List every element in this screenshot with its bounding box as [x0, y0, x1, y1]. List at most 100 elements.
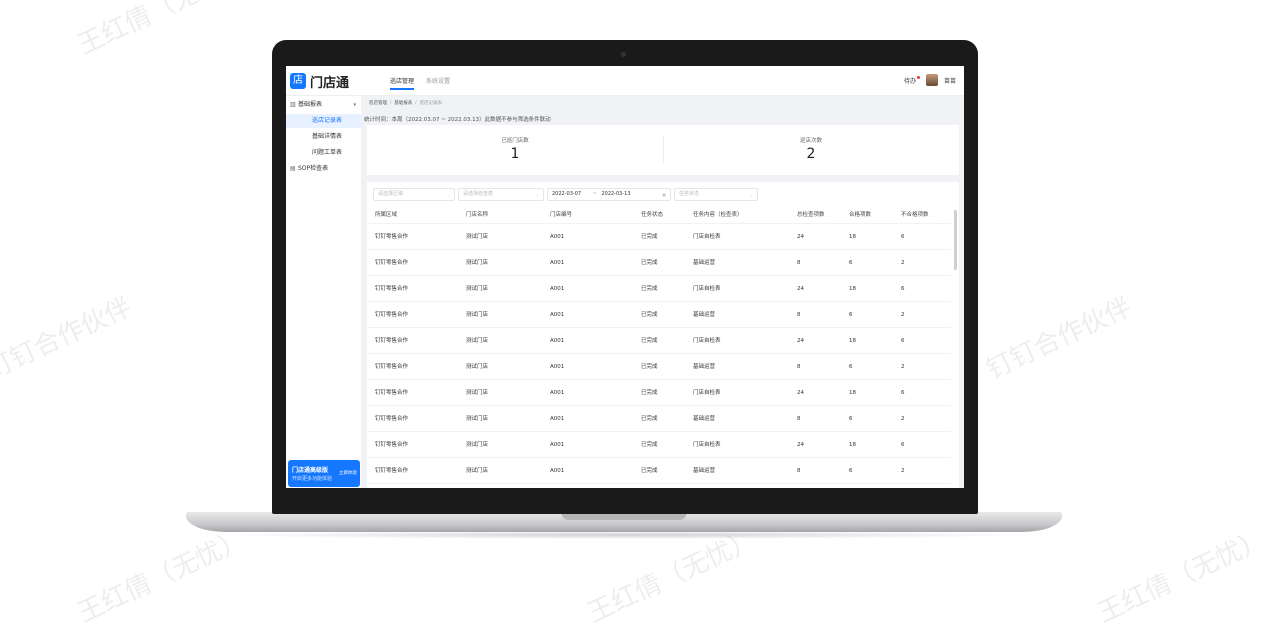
- table-cell: 测试门店: [466, 286, 489, 292]
- table-cell: 测试门店: [466, 468, 489, 474]
- table-row[interactable]: 钉钉零售合作 测试门店 A001 已完成 基础运营 8 6 2: [367, 458, 951, 484]
- table-cell: 6: [849, 312, 853, 318]
- table-cell: 6: [849, 468, 853, 474]
- sidebar-group-label: SOP检查表: [298, 165, 329, 172]
- table-row[interactable]: 钉钉零售合作 测试门店 A001 已完成 门店自检表 24 18 6: [367, 432, 951, 458]
- table-cell: 2: [901, 416, 905, 422]
- table-cell: 测试门店: [466, 312, 489, 318]
- column-header[interactable]: 门店名称: [466, 206, 488, 224]
- table-cell: 钉钉零售合作: [375, 416, 409, 422]
- breadcrumb-item[interactable]: 巡店管理: [369, 101, 387, 106]
- table-cell: A001: [550, 416, 565, 422]
- table-cell: 已完成: [641, 364, 658, 370]
- todo-link[interactable]: 待办: [904, 75, 920, 85]
- table-cell: 6: [901, 390, 905, 396]
- sidebar-item-patrol-records[interactable]: 巡店记录表: [286, 114, 362, 128]
- table-cell: 已完成: [641, 416, 658, 422]
- table-cell: 测试门店: [466, 364, 489, 370]
- user-area: 待办 苗苗: [904, 74, 956, 86]
- table-row[interactable]: 钉钉零售合作 测试门店 A001 已完成 基础运营 8 6 2: [367, 406, 951, 432]
- promo-title: 门店通高级版: [292, 467, 329, 474]
- table-cell: A001: [550, 364, 565, 370]
- table-cell: 24: [797, 234, 804, 240]
- stat-label: 已巡门店数: [501, 138, 529, 144]
- table-cell: A001: [550, 390, 565, 396]
- table-row[interactable]: 钉钉零售合作 测试门店 A001 已完成 门店自检表 24 18 6: [367, 276, 951, 302]
- notification-dot-icon: [916, 75, 920, 79]
- chevron-down-icon: ⌄: [535, 192, 539, 197]
- table-cell: 已完成: [641, 234, 658, 240]
- stage: 王红倩（无忧） 钉钉合作伙伴 钉钉合作伙伴 钉钉合作伙伴 王红倩（无忧） 王红倩…: [0, 0, 1282, 638]
- table-cell: A001: [550, 338, 565, 344]
- table-row[interactable]: 钉钉零售合作 测试门店 A001 已完成 门店自检表 24 18 6: [367, 328, 951, 354]
- table-cell: A001: [550, 312, 565, 318]
- checklist-select[interactable]: 请选择检查表 ⌄: [458, 188, 544, 201]
- scroll-thumb[interactable]: [954, 210, 957, 270]
- table-cell: 18: [849, 390, 856, 396]
- column-header[interactable]: 总检查项数: [797, 206, 825, 224]
- column-header[interactable]: 合格项数: [849, 206, 871, 224]
- table-cell: 钉钉零售合作: [375, 390, 409, 396]
- table-cell: 18: [849, 338, 856, 344]
- nav-patrol-management[interactable]: 巡店管理: [390, 76, 415, 90]
- table-cell: 18: [849, 234, 856, 240]
- table-cell: 测试门店: [466, 442, 489, 448]
- table-row[interactable]: 钉钉零售合作 测试门店 A001 已完成 门店自检表 24 18 6: [367, 224, 951, 250]
- table-cell: A001: [550, 442, 565, 448]
- status-select[interactable]: 任务状态 ⌄: [674, 188, 758, 201]
- promo-subtitle: 开启更多功能体验: [292, 476, 333, 482]
- column-header[interactable]: 所属区域: [375, 206, 397, 224]
- table-cell: 钉钉零售合作: [375, 234, 409, 240]
- table-cell: 18: [849, 442, 856, 448]
- table-cell: 18: [849, 286, 856, 292]
- status-placeholder: 任务状态: [679, 191, 700, 197]
- table-row[interactable]: 钉钉零售合作 测试门店 A001 已完成 基础运营 8 6 2: [367, 302, 951, 328]
- store-logo-icon: 店: [290, 73, 306, 89]
- table-cell: 2: [901, 468, 905, 474]
- user-name[interactable]: 苗苗: [944, 76, 956, 85]
- sidebar-group-basic-reports[interactable]: ▥ 基础报表 ▾: [286, 98, 362, 112]
- table-cell: 24: [797, 442, 804, 448]
- sidebar-item-issue-tickets[interactable]: 问题工单表: [286, 146, 362, 160]
- table-cell: 8: [797, 468, 801, 474]
- date-range-picker[interactable]: 2022-03-07 ~ 2022-03-13 ▣: [547, 188, 671, 201]
- table-cell: A001: [550, 260, 565, 266]
- app-header: 店 门店通 巡店管理 系统设置 待办 苗苗: [286, 66, 964, 96]
- main-content: 巡店管理 / 基础报表 / 巡店记录表 统计时间：本周（2022.03.07 ~…: [362, 96, 964, 488]
- table-row[interactable]: 钉钉零售合作 测试门店 A001 已完成 基础运营 8 6 2: [367, 250, 951, 276]
- table-icon: ▤: [290, 165, 296, 172]
- table-cell: 钉钉零售合作: [375, 286, 409, 292]
- upgrade-promo[interactable]: 门店通高级版 开启更多功能体验 立即体验: [288, 460, 360, 487]
- table-row[interactable]: 钉钉零售合作 测试门店 A001 已完成 基础运营 8 6 2: [367, 354, 951, 380]
- table-cell: 测试门店: [466, 338, 489, 344]
- sidebar-group-sop[interactable]: ▤ SOP检查表: [286, 162, 362, 176]
- caret-down-icon: ▾: [353, 102, 356, 108]
- table-cell: 已完成: [641, 260, 658, 266]
- column-header[interactable]: 任务状态: [641, 206, 663, 224]
- stats-note: 统计时间：本周（2022.03.07 ~ 2022.03.13）此数据不参与筛选…: [364, 117, 551, 123]
- column-header[interactable]: 门店编号: [550, 206, 572, 224]
- table-cell: 8: [797, 260, 801, 266]
- promo-button[interactable]: 立即体验: [339, 470, 357, 476]
- table-row[interactable]: 钉钉零售合作 测试门店 A001 已完成 门店自检表 24 18 6: [367, 380, 951, 406]
- table-cell: A001: [550, 234, 565, 240]
- breadcrumb-current: 巡店记录表: [419, 101, 443, 106]
- nav-system-settings[interactable]: 系统设置: [426, 76, 450, 85]
- table-cell: 6: [901, 338, 905, 344]
- table-cell: 门店自检表: [693, 286, 721, 292]
- avatar[interactable]: [925, 74, 938, 86]
- breadcrumb-item[interactable]: 基础报表: [394, 101, 412, 106]
- table-scrollbar[interactable]: [953, 206, 958, 276]
- table-cell: 2: [901, 312, 905, 318]
- table-cell: 6: [901, 442, 905, 448]
- table-cell: 6: [849, 260, 853, 266]
- column-header[interactable]: 不合格项数: [901, 206, 929, 224]
- region-select[interactable]: 请选择区域 ⌄: [373, 188, 455, 201]
- region-placeholder: 请选择区域: [378, 191, 404, 197]
- table-cell: 基础运营: [693, 260, 716, 266]
- column-header[interactable]: 任务内容（检查表）: [693, 206, 743, 224]
- sidebar-item-basic-details[interactable]: 基础详情表: [286, 130, 362, 144]
- laptop-base: [186, 512, 1062, 532]
- table-cell: 24: [797, 390, 804, 396]
- stats-card: 已巡门店数 1 巡店次数 2: [367, 125, 959, 175]
